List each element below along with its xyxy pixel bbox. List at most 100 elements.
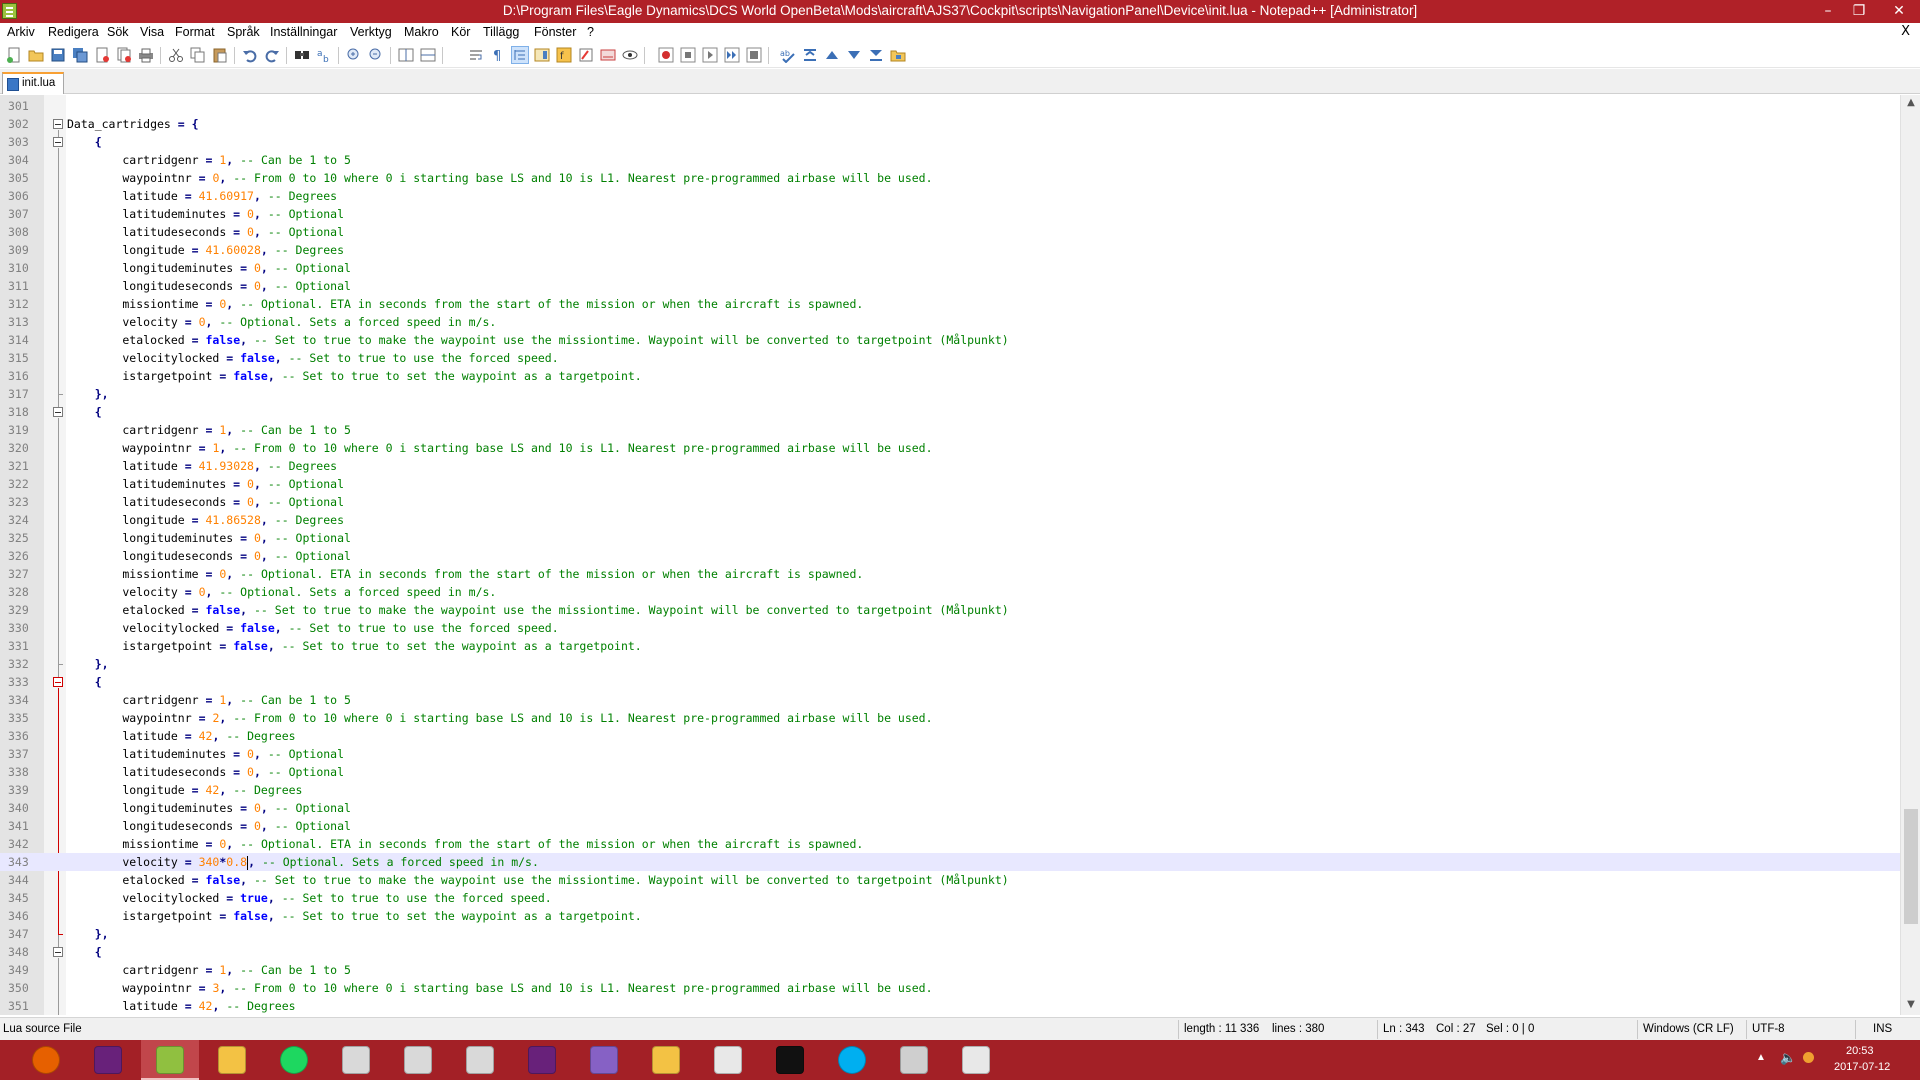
code-line[interactable]: 308 latitudeseconds = 0, -- Optional: [0, 223, 1900, 241]
code-line[interactable]: 342 missiontime = 0, -- Optional. ETA in…: [0, 835, 1900, 853]
taskbar-button[interactable]: [141, 1040, 199, 1080]
code-line[interactable]: 309 longitude = 41.60028, -- Degrees: [0, 241, 1900, 259]
line-number[interactable]: 331: [0, 637, 40, 655]
code-text[interactable]: },: [67, 925, 109, 943]
code-text[interactable]: Data_cartridges = {: [67, 115, 199, 133]
line-number[interactable]: 334: [0, 691, 40, 709]
menu-fonster[interactable]: Fönster: [534, 25, 576, 39]
line-number[interactable]: 348: [0, 943, 40, 961]
line-number[interactable]: 320: [0, 439, 40, 457]
line-number[interactable]: 345: [0, 889, 40, 907]
line-number[interactable]: 337: [0, 745, 40, 763]
line-number[interactable]: 302: [0, 115, 40, 133]
close-all-icon[interactable]: [116, 47, 132, 63]
document-map-icon[interactable]: [534, 47, 550, 63]
code-line[interactable]: 339 longitude = 42, -- Degrees: [0, 781, 1900, 799]
code-line[interactable]: 331 istargetpoint = false, -- Set to tru…: [0, 637, 1900, 655]
line-number[interactable]: 349: [0, 961, 40, 979]
zoom-in-icon[interactable]: [346, 47, 362, 63]
run-macro-multiple-icon[interactable]: [724, 47, 740, 63]
code-text[interactable]: etalocked = false, -- Set to true to mak…: [67, 601, 1008, 619]
sync-horizontal-icon[interactable]: [420, 47, 436, 63]
code-line[interactable]: 335 waypointnr = 2, -- From 0 to 10 wher…: [0, 709, 1900, 727]
code-line[interactable]: 329 etalocked = false, -- Set to true to…: [0, 601, 1900, 619]
code-text[interactable]: },: [67, 655, 109, 673]
code-text[interactable]: latitude = 41.60917, -- Degrees: [67, 187, 337, 205]
play-macro-icon[interactable]: [702, 47, 718, 63]
code-text[interactable]: cartridgenr = 1, -- Can be 1 to 5: [67, 691, 351, 709]
code-text[interactable]: {: [67, 943, 102, 961]
code-text[interactable]: etalocked = false, -- Set to true to mak…: [67, 331, 1008, 349]
line-number[interactable]: 306: [0, 187, 40, 205]
move-up-icon[interactable]: [824, 47, 840, 63]
menu-arkiv[interactable]: Arkiv: [7, 25, 35, 39]
code-text[interactable]: etalocked = false, -- Set to true to mak…: [67, 871, 1008, 889]
line-number[interactable]: 333: [0, 673, 40, 691]
code-line[interactable]: 345 velocitylocked = true, -- Set to tru…: [0, 889, 1900, 907]
line-number[interactable]: 303: [0, 133, 40, 151]
code-line[interactable]: 306 latitude = 41.60917, -- Degrees: [0, 187, 1900, 205]
code-text[interactable]: velocity = 0, -- Optional. Sets a forced…: [67, 583, 496, 601]
code-text[interactable]: cartridgenr = 1, -- Can be 1 to 5: [67, 421, 351, 439]
code-line[interactable]: 322 latitudeminutes = 0, -- Optional: [0, 475, 1900, 493]
line-number[interactable]: 339: [0, 781, 40, 799]
redo-icon[interactable]: [264, 47, 280, 63]
code-text[interactable]: istargetpoint = false, -- Set to true to…: [67, 367, 641, 385]
taskbar-button[interactable]: [389, 1040, 447, 1080]
menu-verktyg[interactable]: Verktyg: [350, 25, 392, 39]
record-macro-icon[interactable]: [658, 47, 674, 63]
jump-last-icon[interactable]: [868, 47, 884, 63]
code-text[interactable]: {: [67, 133, 102, 151]
code-line[interactable]: 344 etalocked = false, -- Set to true to…: [0, 871, 1900, 889]
clock-date[interactable]: 2017-07-12: [1834, 1061, 1890, 1073]
code-line[interactable]: 323 latitudeseconds = 0, -- Optional: [0, 493, 1900, 511]
line-number[interactable]: 350: [0, 979, 40, 997]
menu-sok[interactable]: Sök: [107, 25, 129, 39]
find-icon[interactable]: [294, 47, 310, 63]
line-number[interactable]: 301: [0, 97, 40, 115]
spell-check-icon[interactable]: ab: [780, 47, 796, 63]
code-text[interactable]: latitudeminutes = 0, -- Optional: [67, 205, 344, 223]
line-number[interactable]: 307: [0, 205, 40, 223]
paste-icon[interactable]: [212, 47, 228, 63]
code-line[interactable]: 314 etalocked = false, -- Set to true to…: [0, 331, 1900, 349]
code-line[interactable]: 338 latitudeseconds = 0, -- Optional: [0, 763, 1900, 781]
code-area[interactable]: 301 302 Data_cartridges = {303 {304 cartri…: [0, 95, 1900, 1015]
save-macro-icon[interactable]: [746, 47, 762, 63]
code-text[interactable]: latitudeminutes = 0, -- Optional: [67, 745, 344, 763]
line-number[interactable]: 336: [0, 727, 40, 745]
taskbar-button[interactable]: [513, 1040, 571, 1080]
code-text[interactable]: velocitylocked = true, -- Set to true to…: [67, 889, 551, 907]
plugin-folder-icon[interactable]: [890, 47, 906, 63]
code-text[interactable]: latitudeseconds = 0, -- Optional: [67, 223, 344, 241]
line-number[interactable]: 325: [0, 529, 40, 547]
tab-init-lua[interactable]: init.lua: [2, 72, 64, 94]
code-text[interactable]: waypointnr = 1, -- From 0 to 10 where 0 …: [67, 439, 932, 457]
zoom-out-icon[interactable]: [368, 47, 384, 63]
code-text[interactable]: longitude = 41.86528, -- Degrees: [67, 511, 344, 529]
taskbar-button[interactable]: [637, 1040, 695, 1080]
line-number[interactable]: 329: [0, 601, 40, 619]
code-text[interactable]: waypointnr = 3, -- From 0 to 10 where 0 …: [67, 979, 932, 997]
code-line[interactable]: 330 velocitylocked = false, -- Set to tr…: [0, 619, 1900, 637]
show-all-characters-icon[interactable]: ¶: [490, 47, 506, 63]
code-text[interactable]: {: [67, 403, 102, 421]
menu-installningar[interactable]: Inställningar: [270, 25, 337, 39]
word-wrap-icon[interactable]: [468, 47, 484, 63]
menu-sprak[interactable]: Språk: [227, 25, 260, 39]
undo-icon[interactable]: [242, 47, 258, 63]
code-text[interactable]: missiontime = 0, -- Optional. ETA in sec…: [67, 295, 863, 313]
code-text[interactable]: cartridgenr = 1, -- Can be 1 to 5: [67, 961, 351, 979]
code-text[interactable]: waypointnr = 0, -- From 0 to 10 where 0 …: [67, 169, 932, 187]
cut-icon[interactable]: [168, 47, 184, 63]
code-line[interactable]: 305 waypointnr = 0, -- From 0 to 10 wher…: [0, 169, 1900, 187]
code-text[interactable]: waypointnr = 2, -- From 0 to 10 where 0 …: [67, 709, 932, 727]
code-line[interactable]: 325 longitudeminutes = 0, -- Optional: [0, 529, 1900, 547]
menu-makro[interactable]: Makro: [404, 25, 439, 39]
close-file-icon[interactable]: [94, 47, 110, 63]
monitoring-icon[interactable]: [600, 47, 616, 63]
code-text[interactable]: longitudeseconds = 0, -- Optional: [67, 547, 351, 565]
line-number[interactable]: 312: [0, 295, 40, 313]
code-text[interactable]: longitudeseconds = 0, -- Optional: [67, 817, 351, 835]
code-text[interactable]: velocitylocked = false, -- Set to true t…: [67, 349, 558, 367]
